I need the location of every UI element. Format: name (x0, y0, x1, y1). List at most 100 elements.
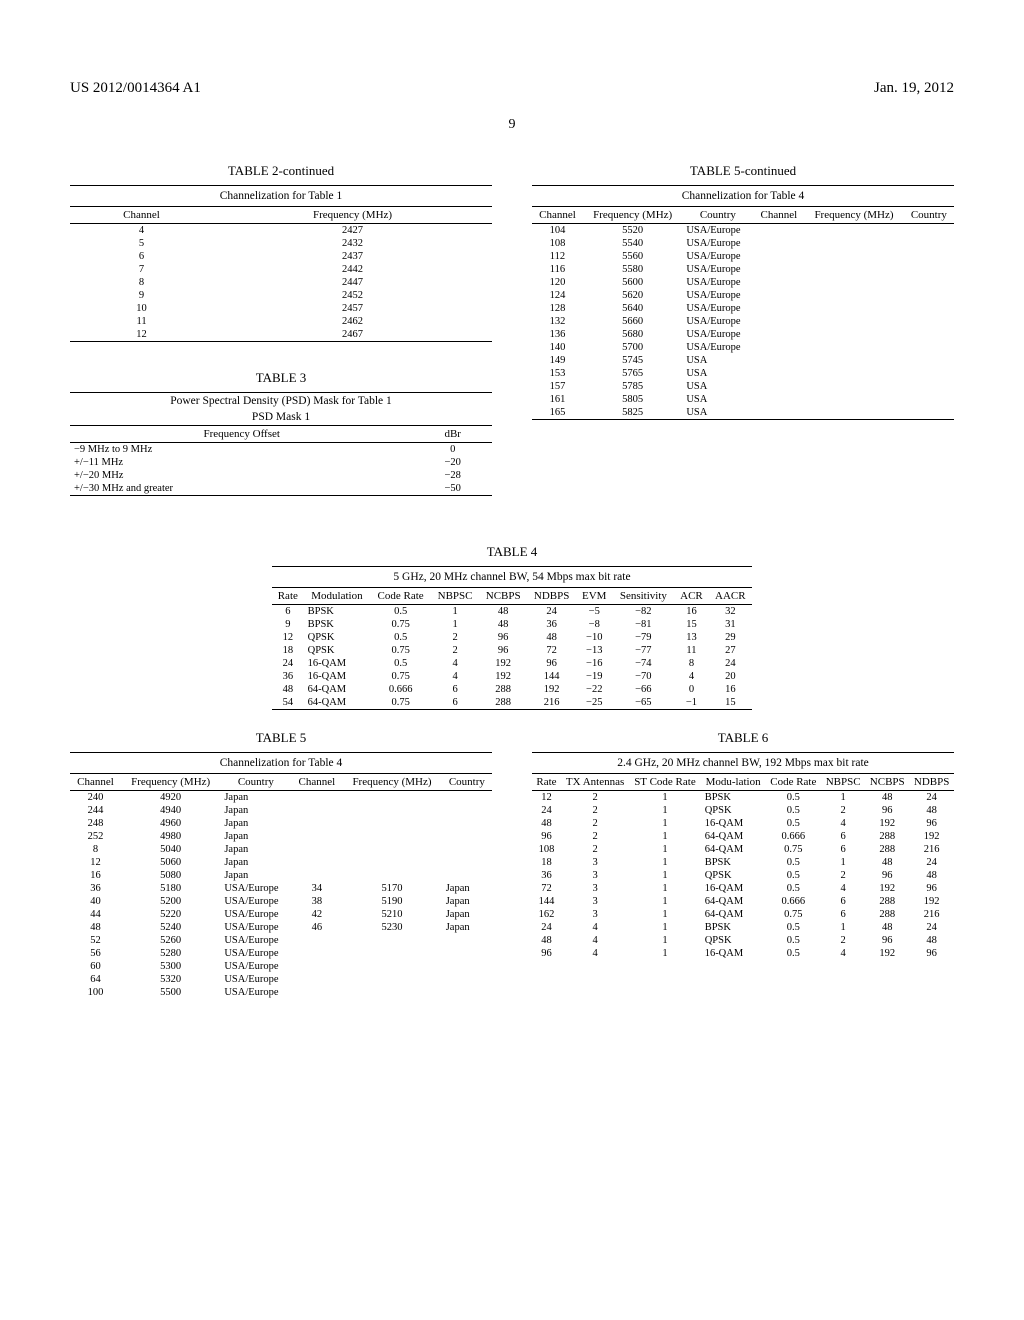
cell: 96 (479, 644, 527, 657)
cell: −16 (576, 657, 612, 670)
cell: USA (682, 393, 753, 406)
cell: 1 (431, 618, 479, 631)
cell: 5540 (583, 237, 682, 250)
col-header: Channel (753, 207, 804, 224)
table-row: 4841QPSK0.529648 (532, 934, 954, 947)
cell: 0.5 (765, 921, 821, 934)
cell: 4 (821, 882, 865, 895)
cell: USA/Europe (682, 341, 753, 354)
cell: USA/Europe (682, 276, 753, 289)
table-row: 2416-QAM0.5419296−16−74824 (272, 657, 752, 670)
cell: 40 (70, 895, 121, 908)
cell: 24 (709, 657, 752, 670)
cell: USA/Europe (682, 302, 753, 315)
cell (342, 947, 441, 960)
cell: 64-QAM (304, 683, 371, 696)
cell: 27 (709, 644, 752, 657)
cell: USA/Europe (220, 973, 291, 986)
cell: 288 (479, 683, 527, 696)
cell: 2457 (213, 302, 492, 315)
cell (804, 263, 903, 276)
cell (753, 224, 804, 238)
cell: USA/Europe (682, 250, 753, 263)
cell (904, 289, 954, 302)
cell: 2 (561, 791, 629, 805)
cell: 24 (909, 856, 954, 869)
cell: 192 (865, 817, 909, 830)
table-subtitle: 5 GHz, 20 MHz channel BW, 54 Mbps max bi… (272, 566, 752, 588)
table-row: 1205600USA/Europe (532, 276, 954, 289)
cell: USA/Europe (220, 986, 291, 999)
col-header: TX Antennas (561, 774, 629, 791)
cell: 64-QAM (304, 696, 371, 709)
table-6: TABLE 6 2.4 GHz, 20 MHz channel BW, 192 … (532, 730, 954, 960)
table-row: 1405700USA/Europe (532, 341, 954, 354)
cell: 5180 (121, 882, 220, 895)
col-header: Frequency (MHz) (583, 207, 682, 224)
cell: 12 (272, 631, 304, 644)
cell: 18 (532, 856, 561, 869)
cell: USA/Europe (220, 921, 291, 934)
cell: Japan (220, 791, 291, 805)
data-table: RateModulationCode RateNBPSCNCBPSNDBPSEV… (272, 588, 752, 709)
cell: 24 (527, 605, 576, 619)
cell: 64-QAM (701, 843, 766, 856)
cell (342, 830, 441, 843)
table-title: TABLE 2-continued (70, 163, 492, 179)
cell: 4 (70, 224, 213, 238)
cell (904, 315, 954, 328)
cell (753, 263, 804, 276)
table-4-row: TABLE 4 5 GHz, 20 MHz channel BW, 54 Mbp… (70, 544, 954, 710)
cell: USA/Europe (682, 328, 753, 341)
cell (804, 315, 903, 328)
cell: 5220 (121, 908, 220, 921)
data-table: Channel Frequency (MHz) 4242752432624377… (70, 207, 492, 341)
cell: 1 (431, 605, 479, 619)
cell: 6 (70, 250, 213, 263)
table-row: 62437 (70, 250, 492, 263)
col-header: Country (220, 774, 291, 791)
data-table: RateTX AntennasST Code RateModu-lationCo… (532, 774, 954, 960)
cell: 5500 (121, 986, 220, 999)
cell: 0.666 (765, 895, 821, 908)
cell: 0.75 (370, 696, 431, 709)
cell: 1 (629, 947, 700, 960)
table-subtitle: Channelization for Table 4 (532, 185, 954, 207)
cell (904, 263, 954, 276)
table-row: 52432 (70, 237, 492, 250)
cell: 5620 (583, 289, 682, 302)
cell: 5785 (583, 380, 682, 393)
col-header: Country (442, 774, 492, 791)
table-row: 1535765USA (532, 367, 954, 380)
table-row: 2404920Japan (70, 791, 492, 805)
cell: 1 (629, 817, 700, 830)
table-subtitle: PSD Mask 1 (70, 409, 492, 426)
cell: 34 (291, 882, 342, 895)
cell: 16-QAM (701, 882, 766, 895)
table-row: 122467 (70, 328, 492, 341)
cell: 5765 (583, 367, 682, 380)
bottom-columns: TABLE 5 Channelization for Table 4 Chann… (70, 730, 954, 1027)
cell: 192 (909, 895, 954, 908)
cell: 48 (865, 921, 909, 934)
cell: 1 (821, 856, 865, 869)
cell: 5560 (583, 250, 682, 263)
table-row: 1285640USA/Europe (532, 302, 954, 315)
cell: Japan (220, 830, 291, 843)
cell: 31 (709, 618, 752, 631)
cell: 165 (532, 406, 583, 419)
cell: 18 (272, 644, 304, 657)
cell: 16 (709, 683, 752, 696)
cell: 6 (431, 683, 479, 696)
cell: QPSK (304, 631, 371, 644)
cell: 192 (865, 882, 909, 895)
cell: 132 (532, 315, 583, 328)
cell (753, 406, 804, 419)
cell (291, 947, 342, 960)
cell: 288 (865, 843, 909, 856)
cell: 11 (674, 644, 708, 657)
cell: 4 (431, 657, 479, 670)
cell: Japan (442, 921, 492, 934)
cell (753, 367, 804, 380)
cell: 24 (272, 657, 304, 670)
